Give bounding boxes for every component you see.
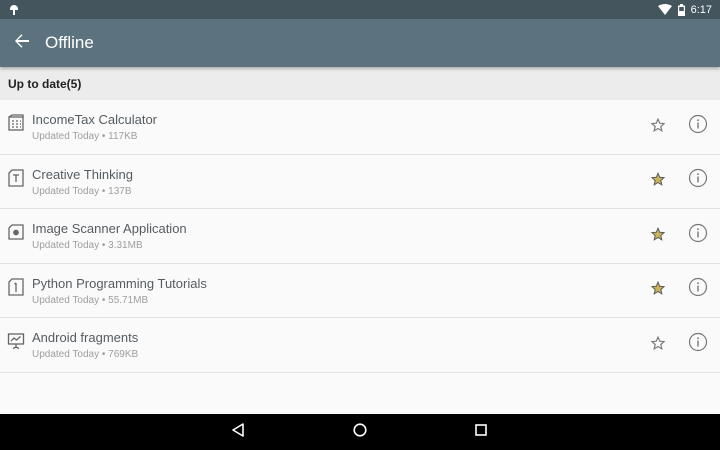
arrow-back-icon (14, 33, 30, 54)
info-icon (688, 223, 708, 248)
presentation-icon (7, 332, 25, 350)
section-header: Up to date(5) (0, 67, 720, 100)
item-title: IncomeTax Calculator (32, 112, 157, 127)
recents-square-icon (473, 422, 489, 443)
info-icon (688, 168, 708, 193)
favorite-button[interactable] (648, 335, 668, 355)
info-icon (688, 332, 708, 357)
status-left (8, 4, 20, 16)
text-document-icon (7, 168, 25, 187)
status-right: 6:17 (657, 3, 712, 16)
book-icon (7, 278, 25, 296)
item-subtitle: Updated Today • 117KB (32, 131, 138, 142)
item-subtitle: Updated Today • 137B (32, 185, 132, 197)
calculator-icon (7, 114, 25, 132)
item-text: IncomeTax Calculator Updated Today • 117… (32, 112, 157, 143)
item-text: Python Programming Tutorials Updated Tod… (32, 276, 207, 307)
wifi-icon (657, 4, 672, 15)
info-icon (688, 277, 708, 302)
info-button[interactable] (687, 168, 709, 193)
info-icon (688, 114, 708, 139)
star-filled-icon (650, 281, 666, 300)
battery-icon (677, 3, 685, 16)
app-bar: Offline (0, 19, 720, 67)
item-title: Python Programming Tutorials (32, 275, 207, 291)
item-text: Image Scanner Application Updated Today … (32, 221, 187, 252)
favorite-button[interactable] (648, 172, 668, 192)
list-item[interactable]: Android fragments Updated Today • 769KB (0, 318, 720, 373)
item-text: Android fragments Updated Today • 769KB (32, 330, 138, 361)
list-item[interactable]: Image Scanner Application Updated Today … (0, 209, 720, 264)
star-filled-icon (650, 172, 666, 191)
item-subtitle: Updated Today • 769KB (32, 349, 139, 361)
item-title: Android fragments (32, 330, 139, 346)
info-button[interactable] (687, 277, 709, 302)
favorite-button[interactable] (648, 117, 668, 137)
favorite-button[interactable] (648, 281, 668, 301)
item-title: Creative Thinking (32, 166, 133, 182)
star-outline-icon (650, 335, 666, 355)
favorite-button[interactable] (648, 226, 668, 246)
item-title: Image Scanner Application (32, 221, 187, 237)
info-button[interactable] (687, 114, 709, 139)
download-list: IncomeTax Calculator Updated Today • 117… (0, 100, 720, 373)
nav-home-button[interactable] (350, 422, 370, 442)
star-filled-icon (650, 226, 666, 246)
page-title: Offline (45, 33, 94, 52)
star-outline-icon (650, 117, 666, 137)
nav-recents-button[interactable] (471, 422, 491, 442)
list-item[interactable]: Python Programming Tutorials Updated Tod… (0, 263, 720, 319)
list-item[interactable]: Creative Thinking Updated Today • 137B (0, 154, 720, 210)
back-triangle-icon (230, 422, 246, 443)
item-text: Creative Thinking Updated Today • 137B (32, 167, 133, 198)
item-subtitle: Updated Today • 3.31MB (32, 240, 143, 252)
info-button[interactable] (687, 332, 709, 357)
info-button[interactable] (687, 223, 709, 248)
nav-back-button[interactable] (228, 422, 248, 442)
scanner-icon (7, 223, 25, 241)
navigation-bar (0, 414, 720, 450)
android-notification-icon (8, 4, 20, 16)
clock: 6:17 (690, 3, 712, 16)
list-item[interactable]: IncomeTax Calculator Updated Today • 117… (0, 100, 720, 155)
item-subtitle: Updated Today • 55.71MB (32, 294, 149, 306)
home-circle-icon (352, 422, 368, 443)
status-bar: 6:17 (0, 0, 720, 19)
back-button[interactable] (0, 19, 44, 67)
